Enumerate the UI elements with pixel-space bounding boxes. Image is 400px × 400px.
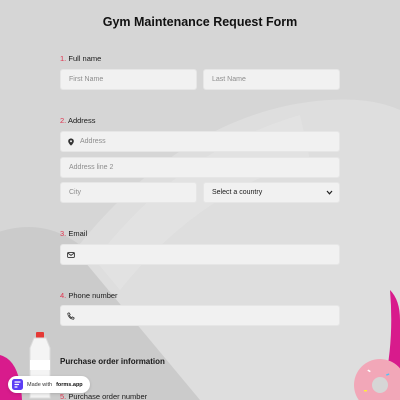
question-number: 4.	[60, 291, 67, 300]
phone-input[interactable]	[60, 305, 340, 326]
first-name-placeholder: First Name	[69, 76, 104, 83]
phone-icon	[67, 311, 75, 320]
question-label-phone: 4. Phone number	[60, 291, 118, 300]
question-label-address: 2. Address	[60, 116, 95, 125]
question-text: Phone number	[68, 291, 118, 300]
question-number: 2.	[60, 116, 67, 125]
question-number: 3.	[60, 229, 67, 238]
first-name-input[interactable]: First Name	[60, 69, 197, 90]
question-label-full-name: 1. Full name	[60, 54, 101, 63]
page-title: Gym Maintenance Request Form	[102, 15, 298, 29]
made-with-badge[interactable]: Made with forms.app	[8, 376, 90, 393]
badge-prefix: Made with	[27, 381, 53, 388]
address-input[interactable]: Address	[60, 131, 340, 152]
donut-decoration	[354, 290, 400, 400]
question-label-email: 3. Email	[60, 229, 87, 238]
question-number: 1.	[60, 54, 67, 63]
country-select[interactable]: Select a country	[203, 182, 340, 203]
last-name-placeholder: Last Name	[212, 76, 246, 83]
forms-app-logo-icon	[12, 379, 23, 390]
badge-brand: forms.app	[56, 381, 83, 388]
question-text: Email	[68, 229, 88, 238]
location-pin-icon	[68, 138, 74, 146]
email-input[interactable]	[60, 244, 340, 265]
chevron-down-icon	[326, 190, 333, 195]
address-placeholder: Address	[80, 138, 106, 145]
question-text: Address	[67, 116, 96, 125]
last-name-input[interactable]: Last Name	[203, 69, 340, 90]
envelope-icon	[67, 251, 75, 258]
address-line-2-placeholder: Address line 2	[69, 164, 114, 171]
city-placeholder: City	[69, 189, 82, 196]
question-text: Full name	[68, 54, 102, 63]
question-text: Purchase order number	[68, 392, 148, 400]
country-select-value: Select a country	[212, 189, 263, 196]
city-input[interactable]: City	[60, 182, 197, 203]
address-line-2-input[interactable]: Address line 2	[60, 157, 340, 178]
